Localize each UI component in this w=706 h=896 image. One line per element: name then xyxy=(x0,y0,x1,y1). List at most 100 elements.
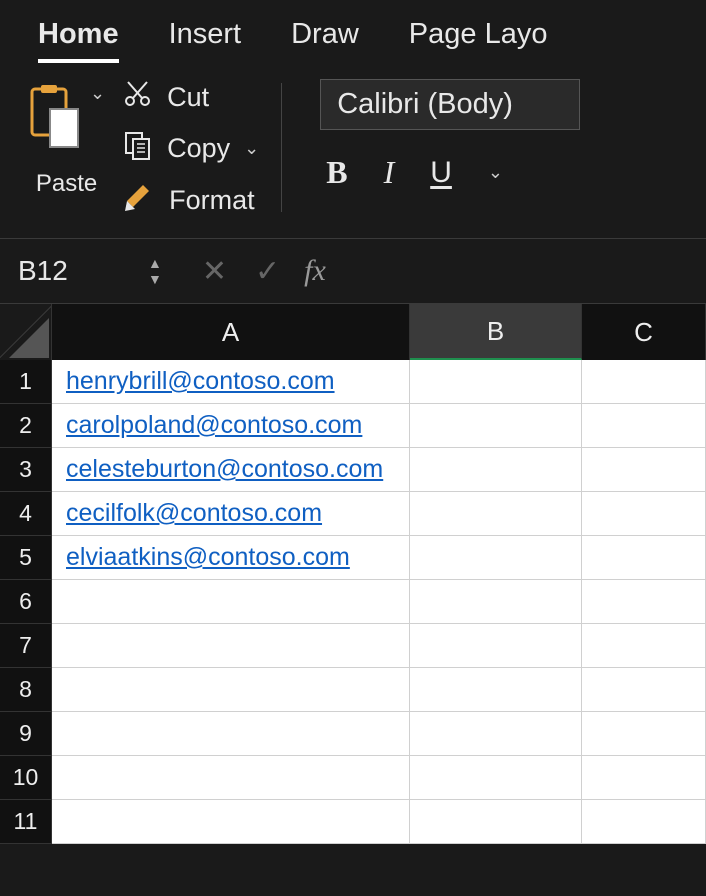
tab-home[interactable]: Home xyxy=(38,18,119,51)
cell[interactable] xyxy=(52,624,410,668)
formula-bar: B12 ▲ ▼ ✕ ✓ fx xyxy=(0,238,706,304)
cell[interactable] xyxy=(582,668,706,712)
cell[interactable] xyxy=(582,800,706,844)
caret-up-icon: ▲ xyxy=(148,255,162,271)
ribbon-toolbar: ⌄ Paste Cut Copy ⌄ xyxy=(0,63,706,238)
cell[interactable] xyxy=(582,448,706,492)
cell[interactable] xyxy=(582,360,706,404)
bold-button[interactable]: B xyxy=(326,154,347,191)
chevron-down-icon[interactable]: ⌄ xyxy=(488,162,503,183)
scissors-icon xyxy=(123,79,153,116)
paste-label: Paste xyxy=(36,170,97,198)
cell[interactable]: celesteburton@contoso.com xyxy=(52,448,410,492)
grid-row: 7 xyxy=(0,624,706,668)
cell[interactable] xyxy=(52,712,410,756)
grid-row: 2 carolpoland@contoso.com xyxy=(0,404,706,448)
cell[interactable] xyxy=(410,712,582,756)
row-header[interactable]: 5 xyxy=(0,536,52,580)
grid-row: 11 xyxy=(0,800,706,844)
grid-row: 8 xyxy=(0,668,706,712)
cell[interactable]: henrybrill@contoso.com xyxy=(52,360,410,404)
tab-insert[interactable]: Insert xyxy=(169,18,242,51)
font-group: Calibri (Body) B I U ⌄ xyxy=(304,75,580,220)
cell[interactable] xyxy=(410,756,582,800)
column-header-B[interactable]: B xyxy=(410,304,582,360)
cell[interactable]: cecilfolk@contoso.com xyxy=(52,492,410,536)
copy-icon xyxy=(123,130,153,167)
row-header[interactable]: 2 xyxy=(0,404,52,448)
grid-row: 4 cecilfolk@contoso.com xyxy=(0,492,706,536)
row-header[interactable]: 6 xyxy=(0,580,52,624)
grid-row: 3 celesteburton@contoso.com xyxy=(0,448,706,492)
cell[interactable]: carolpoland@contoso.com xyxy=(52,404,410,448)
grid-row: 10 xyxy=(0,756,706,800)
spreadsheet-grid: A B C 1 henrybrill@contoso.com 2 carolpolan… xyxy=(0,304,706,844)
cell[interactable] xyxy=(410,800,582,844)
email-link[interactable]: henrybrill@contoso.com xyxy=(66,367,335,396)
cut-button[interactable]: Cut xyxy=(123,79,259,116)
divider xyxy=(281,83,282,212)
cell[interactable] xyxy=(582,492,706,536)
grid-row: 6 xyxy=(0,580,706,624)
italic-button[interactable]: I xyxy=(384,154,395,191)
email-link[interactable]: cecilfolk@contoso.com xyxy=(66,499,322,528)
cell[interactable] xyxy=(582,624,706,668)
caret-down-icon: ▼ xyxy=(148,271,162,287)
row-header[interactable]: 10 xyxy=(0,756,52,800)
row-header[interactable]: 7 xyxy=(0,624,52,668)
cell[interactable] xyxy=(52,800,410,844)
row-header[interactable]: 8 xyxy=(0,668,52,712)
cell[interactable] xyxy=(410,360,582,404)
cell[interactable]: elviaatkins@contoso.com xyxy=(52,536,410,580)
email-link[interactable]: carolpoland@contoso.com xyxy=(66,411,362,440)
accept-formula-button[interactable]: ✓ xyxy=(255,254,280,289)
email-link[interactable]: celesteburton@contoso.com xyxy=(66,455,383,484)
name-box-stepper[interactable]: ▲ ▼ xyxy=(148,255,162,287)
paste-button[interactable]: ⌄ Paste xyxy=(28,75,105,220)
clipboard-actions: Cut Copy ⌄ Format xyxy=(123,75,259,220)
cell[interactable] xyxy=(410,404,582,448)
underline-button[interactable]: U xyxy=(430,156,452,190)
format-painter-button[interactable]: Format xyxy=(123,181,259,220)
cancel-formula-button[interactable]: ✕ xyxy=(202,254,227,289)
row-header[interactable]: 1 xyxy=(0,360,52,404)
cell[interactable] xyxy=(410,492,582,536)
grid-row: 5 elviaatkins@contoso.com xyxy=(0,536,706,580)
row-header[interactable]: 4 xyxy=(0,492,52,536)
tab-draw[interactable]: Draw xyxy=(291,18,359,51)
cell[interactable] xyxy=(410,668,582,712)
grid-row: 9 xyxy=(0,712,706,756)
copy-label: Copy xyxy=(167,133,230,164)
row-header[interactable]: 11 xyxy=(0,800,52,844)
column-header-A[interactable]: A xyxy=(52,304,410,360)
row-header[interactable]: 3 xyxy=(0,448,52,492)
select-all-corner[interactable] xyxy=(0,304,52,360)
chevron-down-icon: ⌄ xyxy=(90,83,105,104)
chevron-down-icon: ⌄ xyxy=(244,138,259,159)
cell[interactable] xyxy=(52,756,410,800)
cell[interactable] xyxy=(410,624,582,668)
copy-button[interactable]: Copy ⌄ xyxy=(123,130,259,167)
cell[interactable] xyxy=(410,536,582,580)
cell[interactable] xyxy=(582,404,706,448)
row-header[interactable]: 9 xyxy=(0,712,52,756)
formula-input[interactable] xyxy=(340,251,698,291)
cell[interactable] xyxy=(582,580,706,624)
ribbon-tabs: Home Insert Draw Page Layo xyxy=(0,0,706,63)
name-box[interactable]: B12 xyxy=(8,255,148,287)
cell[interactable] xyxy=(582,712,706,756)
column-header-C[interactable]: C xyxy=(582,304,706,360)
email-link[interactable]: elviaatkins@contoso.com xyxy=(66,543,350,572)
cell[interactable] xyxy=(582,536,706,580)
cut-label: Cut xyxy=(167,82,209,113)
clipboard-icon xyxy=(28,83,86,160)
fx-label[interactable]: fx xyxy=(304,254,326,288)
cell[interactable] xyxy=(410,580,582,624)
cell[interactable] xyxy=(52,668,410,712)
cell[interactable] xyxy=(52,580,410,624)
paintbrush-icon xyxy=(123,181,155,220)
cell[interactable] xyxy=(410,448,582,492)
cell[interactable] xyxy=(582,756,706,800)
font-name-select[interactable]: Calibri (Body) xyxy=(320,79,580,130)
tab-page-layout[interactable]: Page Layo xyxy=(409,18,548,51)
